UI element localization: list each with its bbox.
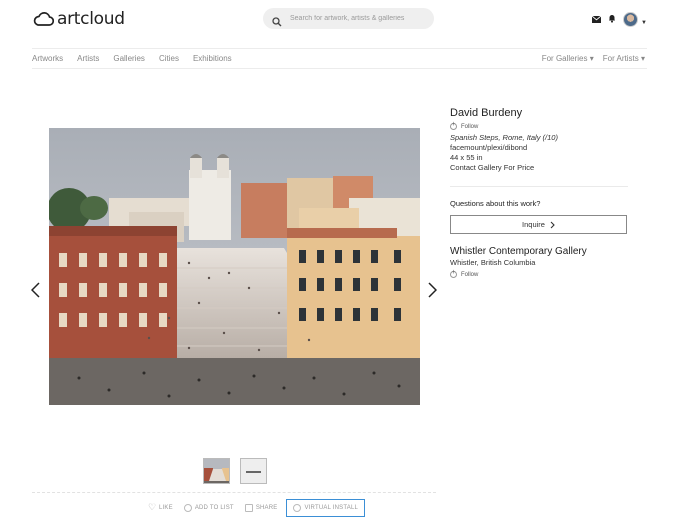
artwork-medium: facemount/plexi/dibond xyxy=(450,143,528,152)
virtual-install-button[interactable]: VIRTUAL INSTALL xyxy=(286,499,366,517)
artwork-actions: LIKE ADD TO LIST SHARE VIRTUAL INSTALL xyxy=(148,499,366,517)
header-divider xyxy=(32,48,647,49)
info-divider xyxy=(450,186,628,187)
artist-name[interactable]: David Burdeny xyxy=(450,107,628,119)
mail-icon[interactable] xyxy=(591,10,602,28)
nav-item-exhibitions[interactable]: Exhibitions xyxy=(193,54,232,63)
bell-icon[interactable] xyxy=(608,10,616,28)
header-user-tools: ▼ xyxy=(591,10,647,28)
thumbnail-detail[interactable] xyxy=(240,458,267,484)
search-icon xyxy=(272,14,282,26)
plus-circle-icon xyxy=(450,269,457,278)
artwork-title: Spanish Steps, Rome, Italy (/10) xyxy=(450,133,558,142)
avatar[interactable] xyxy=(623,11,639,27)
artwork-size: 44 x 55 in xyxy=(450,153,483,162)
nav-item-artworks[interactable]: Artworks xyxy=(32,54,63,63)
plus-circle-icon xyxy=(450,121,457,130)
chevron-right-icon[interactable] xyxy=(428,282,438,303)
nav-item-galleries[interactable]: Galleries xyxy=(113,54,145,63)
chevron-right-small-icon xyxy=(550,221,555,228)
artwork-price: Contact Gallery For Price xyxy=(450,163,535,172)
search-bar[interactable] xyxy=(263,8,434,29)
search-input[interactable] xyxy=(290,15,430,22)
inquire-button[interactable]: Inquire xyxy=(450,215,627,234)
nav-item-artists[interactable]: Artists xyxy=(77,54,99,63)
share-button[interactable]: SHARE xyxy=(244,504,278,512)
nav-item-for-galleries[interactable]: For Galleries ▾ xyxy=(542,54,594,63)
gallery-location: Whistler, British Columbia xyxy=(450,258,536,267)
gallery-name[interactable]: Whistler Contemporary Gallery xyxy=(450,246,628,257)
artcloud-logo[interactable]: artcloud xyxy=(33,9,125,29)
main-nav: Artworks Artists Galleries Cities Exhibi… xyxy=(32,54,232,63)
chevron-down-icon[interactable]: ▼ xyxy=(641,20,647,26)
like-button[interactable]: LIKE xyxy=(148,502,173,513)
add-to-list-button[interactable]: ADD TO LIST xyxy=(183,504,234,512)
plus-circle-icon xyxy=(183,504,192,512)
like-label: LIKE xyxy=(159,505,173,511)
chevron-left-icon[interactable] xyxy=(30,282,40,303)
inquiry-question: Questions about this work? xyxy=(450,199,541,208)
nav-divider xyxy=(32,68,647,69)
follow-artist-button[interactable]: Follow xyxy=(450,121,628,130)
cloud-logo-icon xyxy=(33,11,54,26)
follow-gallery-label: Follow xyxy=(461,271,479,278)
brand-name: artcloud xyxy=(57,9,125,29)
artwork-info-panel: David Burdeny Follow Spanish Steps, Rome… xyxy=(450,107,628,278)
follow-gallery-button[interactable]: Follow xyxy=(450,269,628,278)
share-icon xyxy=(244,504,253,512)
actions-divider xyxy=(32,492,436,493)
virtual-install-label: VIRTUAL INSTALL xyxy=(304,505,359,511)
nav-item-for-artists[interactable]: For Artists ▾ xyxy=(603,54,645,63)
artwork-image[interactable] xyxy=(49,128,420,405)
artwork-details: Spanish Steps, Rome, Italy (/10) facemou… xyxy=(450,133,628,173)
share-label: SHARE xyxy=(255,505,278,511)
add-to-list-label: ADD TO LIST xyxy=(194,505,234,511)
cube-icon xyxy=(293,504,302,512)
secondary-nav: For Galleries ▾ For Artists ▾ xyxy=(542,54,645,63)
thumbnail-strip xyxy=(203,458,267,484)
follow-label: Follow xyxy=(461,123,479,130)
nav-item-cities[interactable]: Cities xyxy=(159,54,179,63)
inquire-label: Inquire xyxy=(522,220,545,229)
heart-icon xyxy=(148,502,156,513)
thumbnail-artwork[interactable] xyxy=(203,458,230,484)
